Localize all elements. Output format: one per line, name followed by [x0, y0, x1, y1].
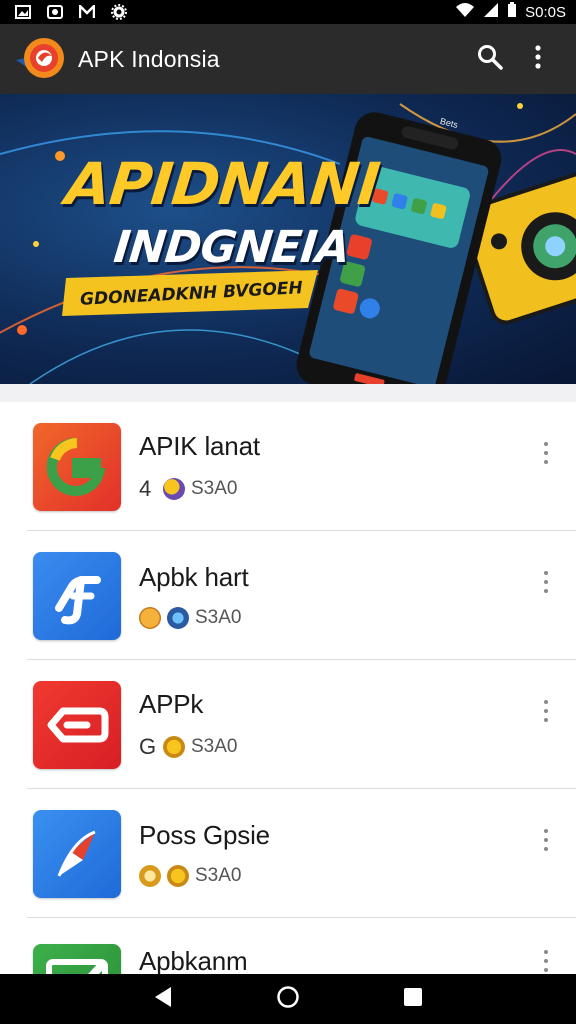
app-name: Apbkanm	[139, 946, 248, 976]
item-overflow-button[interactable]	[534, 438, 558, 468]
battery-icon	[507, 2, 517, 22]
banner-title: APIDNANI	[62, 150, 383, 218]
home-icon	[276, 985, 300, 1014]
image-icon	[14, 4, 32, 20]
list-item-text: Poss Gpsie S3A0	[139, 820, 576, 887]
search-icon	[477, 44, 503, 75]
app-title: APK Indonsia	[78, 45, 220, 72]
photo-icon	[46, 4, 64, 20]
status-time: S0:0S	[525, 3, 566, 21]
app-meta: G S3A0	[139, 734, 576, 760]
app-name: APPk	[139, 689, 204, 719]
app-size: S3A0	[191, 478, 238, 499]
item-overflow-button[interactable]	[534, 567, 558, 597]
list-item[interactable]: APIK lanat 4 S3A0	[0, 402, 576, 531]
overflow-menu-button[interactable]	[514, 35, 562, 83]
list-item[interactable]: Apbk hart S3A0	[0, 531, 576, 660]
item-overflow-button[interactable]	[534, 696, 558, 726]
app-size: S3A0	[191, 736, 238, 757]
app-meta: S3A0	[139, 865, 576, 887]
list-item[interactable]: APPk G S3A0	[0, 660, 576, 789]
compass-app-icon[interactable]	[33, 809, 121, 898]
tag-app-icon[interactable]	[33, 680, 121, 769]
app-name: Apbk hart	[139, 562, 249, 592]
g-app-icon[interactable]	[33, 422, 121, 511]
wifi-icon	[455, 2, 475, 22]
coin-badge-icon	[167, 865, 189, 887]
banner-subtitle: INDGNEIA	[111, 222, 352, 273]
promo-banner[interactable]: APIDNANI INDGNEIA GDONEADKNH BVGOEH Bets	[0, 94, 576, 384]
app-bar: APK Indonsia	[0, 24, 576, 94]
status-notifications	[14, 4, 128, 20]
recents-icon	[403, 987, 423, 1012]
back-button[interactable]	[141, 977, 185, 1021]
ring-badge-icon	[139, 865, 161, 887]
more-vert-icon	[535, 44, 541, 74]
search-button[interactable]	[466, 35, 514, 83]
item-overflow-button[interactable]	[534, 946, 558, 976]
app-meta: 4 S3A0	[139, 476, 576, 502]
home-button[interactable]	[266, 977, 310, 1021]
section-divider	[0, 384, 576, 402]
list-item[interactable]: Poss Gpsie S3A0	[0, 789, 576, 918]
list-item-text: Apbk hart S3A0	[139, 562, 576, 629]
rating-badge-icon	[163, 478, 185, 500]
back-icon	[153, 986, 173, 1013]
list-item-text: APIK lanat 4 S3A0	[139, 431, 576, 502]
app-size: S3A0	[195, 865, 242, 886]
swirl-badge-icon	[167, 607, 189, 629]
signal-icon	[483, 2, 499, 22]
item-overflow-button[interactable]	[534, 825, 558, 855]
app-list: APIK lanat 4 S3A0 Apbk hart S3A0 APPk G …	[0, 402, 576, 1024]
pf-app-icon[interactable]	[33, 551, 121, 640]
status-system: S0:0S	[455, 2, 566, 22]
app-meta: S3A0	[139, 607, 576, 629]
coin-badge-icon	[163, 736, 185, 758]
app-name: Poss Gpsie	[139, 820, 270, 850]
emoji-badge-icon	[139, 607, 161, 629]
navigation-bar	[0, 974, 576, 1024]
status-bar: S0:0S	[0, 0, 576, 24]
app-rating-lead: G	[139, 734, 157, 759]
gear-icon	[110, 4, 128, 20]
app-name: APIK lanat	[139, 431, 260, 461]
list-item-text: APPk G S3A0	[139, 689, 576, 760]
app-size: S3A0	[195, 607, 242, 628]
m-icon	[78, 4, 96, 20]
app-logo-icon[interactable]	[14, 34, 68, 84]
recents-button[interactable]	[391, 977, 435, 1021]
app-rating-lead: 4	[139, 476, 152, 501]
